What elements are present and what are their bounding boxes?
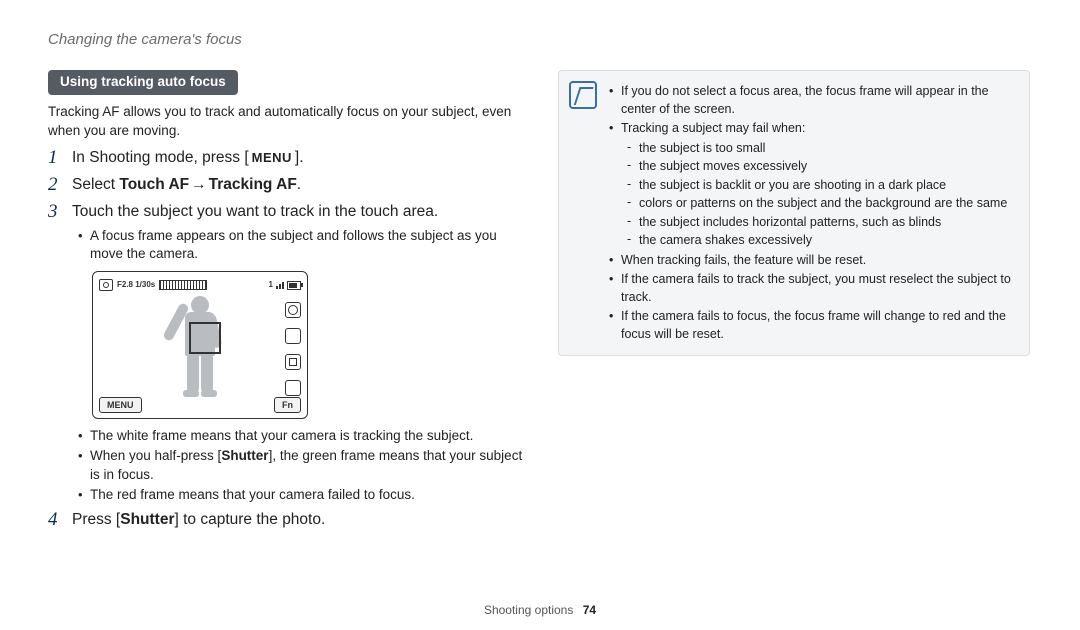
lcd-side-icons <box>285 302 301 396</box>
touch-af-label: Touch AF <box>119 176 189 193</box>
footer-section: Shooting options <box>484 603 573 617</box>
note-b3: When tracking fails, the feature will be… <box>607 252 1015 270</box>
step-3-substeps-bottom: The white frame means that your camera i… <box>72 427 528 504</box>
two-column-layout: Using tracking auto focus Tracking AF al… <box>48 70 1032 537</box>
side-icon-4 <box>285 380 301 396</box>
step-list: In Shooting mode, press [MENU]. Select T… <box>48 148 528 531</box>
focus-frame <box>189 322 221 354</box>
step-1-text-b: ]. <box>295 149 304 166</box>
page-header-title: Changing the camera's focus <box>48 30 1032 50</box>
page-footer: Shooting options 74 <box>0 602 1080 618</box>
step-3-sub1: A focus frame appears on the subject and… <box>72 227 528 263</box>
note-b2-sublist: the subject is too small the subject mov… <box>625 140 1015 250</box>
lcd-bottombar: MENU Fn <box>99 397 301 413</box>
lcd-topbar: F2.8 1/30s 1 <box>99 277 301 293</box>
step-3-sub3: When you half-press [Shutter], the green… <box>72 447 528 483</box>
step-4a: Press [ <box>72 511 120 528</box>
arrow-icon: → <box>189 175 209 196</box>
lcd-fn-button: Fn <box>274 397 301 413</box>
note-b2-1: the subject is too small <box>625 140 1015 158</box>
shutter-label-2: Shutter <box>120 511 174 528</box>
section-intro-text: Tracking AF allows you to track and auto… <box>48 103 528 139</box>
note-b2: Tracking a subject may fail when: the su… <box>607 120 1015 250</box>
note-b2-4: colors or patterns on the subject and th… <box>625 195 1015 213</box>
left-column: Using tracking auto focus Tracking AF al… <box>48 70 528 537</box>
step-3-substeps-top: A focus frame appears on the subject and… <box>72 227 528 263</box>
note-b4: If the camera fails to track the subject… <box>607 271 1015 306</box>
step-2-text-a: Select <box>72 176 119 193</box>
step-1-text-a: In Shooting mode, press [ <box>72 149 249 166</box>
camera-mode-icon <box>99 279 113 291</box>
step-3: Touch the subject you want to track in t… <box>48 202 528 504</box>
camera-lcd-illustration: F2.8 1/30s 1 <box>92 271 308 419</box>
battery-icon <box>287 281 301 290</box>
step-3-sub4: The red frame means that your camera fai… <box>72 486 528 504</box>
section-heading-pill: Using tracking auto focus <box>48 70 238 95</box>
note-b2-5: the subject includes horizontal patterns… <box>625 214 1015 232</box>
side-icon-3 <box>285 354 301 370</box>
side-icon-1 <box>285 302 301 318</box>
step-3-sub3a: When you half-press [ <box>90 448 221 463</box>
step-4: Press [Shutter] to capture the photo. <box>48 510 528 531</box>
step-2: Select Touch AF → Tracking AF. <box>48 175 528 196</box>
side-icon-2 <box>285 328 301 344</box>
note-b5: If the camera fails to focus, the focus … <box>607 308 1015 343</box>
menu-button-label: MENU <box>249 149 295 167</box>
note-b2-6: the camera shakes excessively <box>625 232 1015 250</box>
right-column: If you do not select a focus area, the f… <box>558 70 1030 537</box>
note-b2-2: the subject moves excessively <box>625 158 1015 176</box>
lcd-menu-button: MENU <box>99 397 142 413</box>
step-3-text: Touch the subject you want to track in t… <box>72 203 438 220</box>
footer-page-number: 74 <box>583 603 596 617</box>
note-b1: If you do not select a focus area, the f… <box>607 83 1015 118</box>
note-b2-text: Tracking a subject may fail when: <box>621 121 805 135</box>
storage-icon <box>276 281 284 289</box>
manual-page: Changing the camera's focus Using tracki… <box>0 0 1080 630</box>
note-bullets: If you do not select a focus area, the f… <box>607 83 1015 343</box>
exposure-readout: F2.8 1/30s <box>117 280 155 291</box>
note-b2-3: the subject is backlit or you are shooti… <box>625 177 1015 195</box>
note-callout: If you do not select a focus area, the f… <box>558 70 1030 356</box>
ev-scale-icon <box>159 280 207 290</box>
tracking-af-label: Tracking AF <box>209 176 297 193</box>
step-3-sub2: The white frame means that your camera i… <box>72 427 528 445</box>
step-1: In Shooting mode, press [MENU]. <box>48 148 528 169</box>
step-4b: ] to capture the photo. <box>174 511 325 528</box>
note-icon <box>569 81 597 109</box>
shots-remaining: 1 <box>269 280 273 291</box>
shutter-label-1: Shutter <box>221 448 268 463</box>
step-2-end: . <box>297 176 301 193</box>
